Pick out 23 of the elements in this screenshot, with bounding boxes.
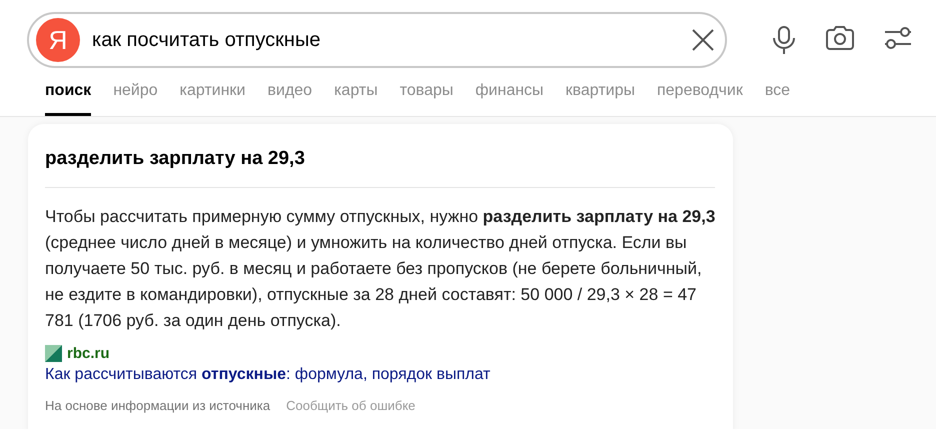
microphone-icon[interactable] bbox=[771, 25, 797, 55]
report-error-link[interactable]: Сообщить об ошибке bbox=[286, 398, 416, 413]
tab[interactable]: финансы bbox=[475, 82, 544, 116]
camera-icon[interactable] bbox=[825, 25, 855, 51]
source-note: На основе информации из источника bbox=[45, 398, 270, 413]
tab[interactable]: переводчик bbox=[656, 82, 743, 116]
close-icon[interactable] bbox=[691, 28, 715, 52]
source-link[interactable]: rbc.ru bbox=[67, 345, 110, 362]
site-logo-icon bbox=[45, 345, 62, 362]
tab[interactable]: квартиры bbox=[566, 82, 635, 116]
logo[interactable]: Я bbox=[36, 18, 80, 62]
search-field[interactable]: Я как посчитать отпускные bbox=[27, 12, 727, 68]
tab[interactable]: картинки bbox=[180, 82, 246, 116]
answer-title: разделить зарплату на 29,3 bbox=[45, 148, 305, 170]
tab[interactable]: карты bbox=[334, 82, 378, 116]
search-input[interactable]: как посчитать отпускные bbox=[92, 28, 691, 52]
tab[interactable]: товары bbox=[400, 82, 454, 116]
tab[interactable]: все bbox=[764, 82, 790, 116]
source-article-link[interactable]: Как рассчитываются отпускные: формула, порядок выплат bbox=[45, 366, 490, 384]
answer-text: Чтобы рассчитать примерную сумму отпускных, нужно разделить зарплату на 29,3 (среднее число дней в месяце) и умножить на количество дней отпуска. Если вы получаете 50 тыс. руб. в месяц и работаете без пропусков (не берете больничный, не ездите в командировки), отпускные за 28 дней составят: 50 000 / 29,3 × 28 = 47 781 (1706 руб. за один день отпуска). bbox=[45, 206, 716, 332]
tab[interactable]: нейро bbox=[113, 82, 158, 116]
tab[interactable]: видео bbox=[268, 82, 312, 116]
settings-icon[interactable] bbox=[883, 25, 913, 51]
